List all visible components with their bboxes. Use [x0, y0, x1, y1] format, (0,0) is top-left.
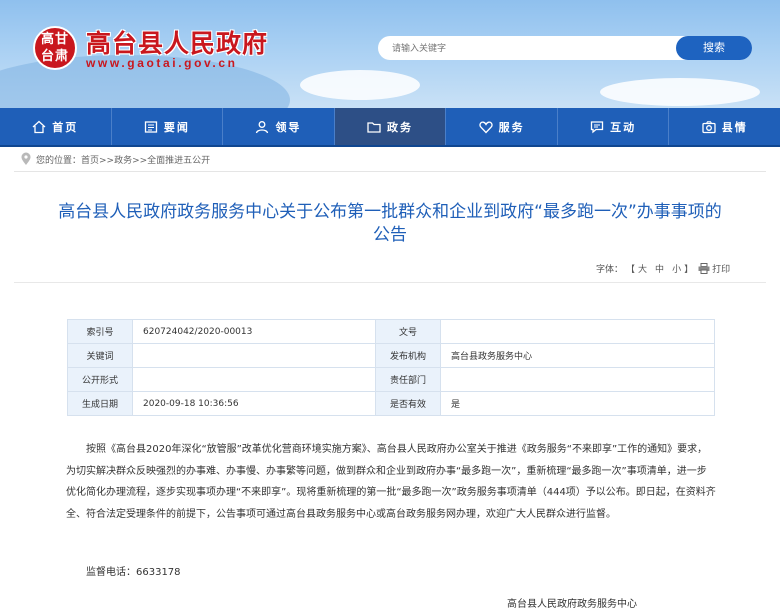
document-number-label: 文号	[375, 319, 441, 344]
keywords-value	[132, 343, 376, 368]
location-pin-icon	[21, 152, 31, 165]
nav-label: 要闻	[163, 120, 190, 134]
nav-label: 县情	[721, 120, 748, 134]
nav-item-affairs[interactable]: 政务	[334, 108, 447, 145]
table-row: 索引号 620724042/2020-00013 文号	[67, 319, 715, 344]
search-box: 搜索	[378, 36, 752, 62]
printer-icon[interactable]	[698, 263, 710, 274]
article-body: 按照《高台县2020年深化“放管服”改革优化营商环境实施方案》、高台县人民政府办…	[66, 439, 716, 525]
article-title-line-2: 公告	[373, 225, 407, 245]
article-signer: 高台县人民政府政务服务中心	[507, 599, 637, 610]
camera-icon	[702, 120, 716, 133]
publisher-label: 发布机构	[375, 343, 441, 368]
font-medium-button[interactable]: 中	[655, 262, 664, 275]
article-paragraph: 按照《高台县2020年深化“放管服”改革优化营商环境实施方案》、高台县人民政府办…	[66, 444, 716, 520]
index-number-label: 索引号	[67, 319, 133, 344]
validity-value: 是	[440, 391, 715, 416]
table-row: 关键词 发布机构 高台县政务服务中心	[67, 343, 715, 368]
divider	[14, 282, 766, 283]
nav-label: 首页	[52, 120, 79, 134]
table-row: 公开形式 责任部门	[67, 367, 715, 392]
nav-label: 领导	[275, 120, 302, 134]
folder-icon	[367, 121, 381, 133]
font-size-label: 字体：	[596, 265, 624, 275]
print-button[interactable]: 打印	[712, 262, 730, 275]
breadcrumb-prefix: 您的位置：	[36, 155, 82, 166]
article-toolbar: 字体： 【 大 中 小 】 打印	[596, 262, 733, 275]
logo-line-2: 台肃	[40, 49, 69, 64]
main-nav: 首页 要闻 领导 政务 服务 互动 县情	[0, 108, 780, 147]
publisher-value: 高台县政务服务中心	[440, 343, 715, 368]
responsible-dept-value	[440, 367, 715, 392]
nav-item-news[interactable]: 要闻	[112, 108, 224, 145]
breadcrumb-path[interactable]: 首页>>政务>>全面推进五公开	[81, 153, 210, 166]
disclosure-form-label: 公开形式	[67, 367, 133, 392]
breadcrumb: 您的位置： 首页>>政务>>全面推进五公开	[20, 152, 210, 166]
cloud-decoration	[600, 78, 760, 106]
divider	[14, 171, 766, 172]
site-title[interactable]: 高台县人民政府	[86, 24, 268, 60]
nav-label: 服务	[498, 120, 525, 134]
nav-label: 政务	[387, 120, 414, 134]
keywords-label: 关键词	[67, 343, 133, 368]
logo-line-1: 高甘	[40, 32, 69, 47]
article-title-line-1: 高台县人民政府政务服务中心关于公布第一批群众和企业到政府“最多跑一次”办事事项的	[58, 202, 722, 222]
site-url: www.gaotai.gov.cn	[86, 56, 238, 70]
nav-item-home[interactable]: 首页	[0, 108, 112, 145]
disclosure-form-value	[132, 367, 376, 392]
responsible-dept-label: 责任部门	[375, 367, 441, 392]
nav-item-county-info[interactable]: 县情	[669, 108, 780, 145]
table-row: 生成日期 2020-09-18 10:36:56 是否有效 是	[67, 391, 715, 416]
nav-item-interaction[interactable]: 互动	[558, 108, 670, 145]
nav-label: 互动	[610, 120, 637, 134]
font-large-button[interactable]: 大	[638, 262, 647, 275]
news-icon	[144, 120, 158, 133]
validity-label: 是否有效	[375, 391, 441, 416]
person-icon	[256, 120, 269, 133]
bracket-close: 】	[684, 265, 694, 275]
article-title: 高台县人民政府政务服务中心关于公布第一批群众和企业到政府“最多跑一次”办事事项的…	[40, 201, 740, 247]
document-number-value	[440, 319, 715, 344]
index-number-value: 620724042/2020-00013	[132, 319, 376, 344]
heart-icon	[478, 121, 493, 133]
created-date-value: 2020-09-18 10:36:56	[132, 391, 376, 416]
search-button[interactable]: 搜索	[676, 36, 752, 60]
site-logo[interactable]: 高甘 台肃	[33, 26, 77, 70]
document-info-table: 索引号 620724042/2020-00013 文号 关键词 发布机构 高台县…	[67, 319, 715, 416]
search-input[interactable]	[390, 36, 664, 62]
site-header: 高甘 台肃 高台县人民政府 www.gaotai.gov.cn 搜索	[0, 0, 780, 108]
chat-icon	[591, 120, 604, 133]
font-small-button[interactable]: 小	[672, 262, 681, 275]
supervision-phone: 监督电话：6633178	[86, 567, 181, 578]
cloud-decoration	[300, 70, 420, 100]
nav-item-leaders[interactable]: 领导	[223, 108, 335, 145]
bracket-open: 【	[626, 265, 636, 275]
nav-item-services[interactable]: 服务	[446, 108, 558, 145]
home-icon	[32, 120, 46, 133]
created-date-label: 生成日期	[67, 391, 133, 416]
